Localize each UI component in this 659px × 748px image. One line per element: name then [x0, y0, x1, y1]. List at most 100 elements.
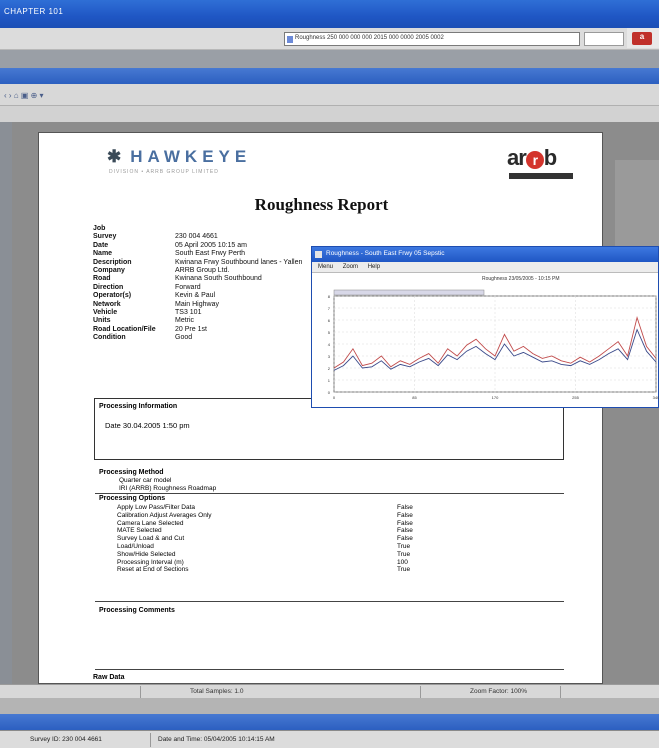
roughness-chart-window[interactable]: Roughness - South East Frwy 05 Sepstic M… — [311, 246, 659, 408]
option-label: Camera Lane Selected — [117, 519, 184, 527]
option-label: Load/Unload — [117, 542, 154, 550]
x-tick-label: 170 — [492, 395, 499, 400]
option-label: Survey Load & and Cut — [117, 535, 185, 543]
list-item: IRI (ARRB) Roughness Roadmap — [119, 485, 217, 492]
chart-window-titlebar[interactable]: Roughness - South East Frwy 05 Sepstic — [312, 247, 658, 262]
field-row: Condition Good — [93, 334, 315, 342]
field-label: Road — [93, 275, 111, 283]
processing-method-heading: Processing Method — [99, 469, 164, 476]
option-value: False — [397, 504, 413, 511]
field-label: Operator(s) — [93, 292, 132, 300]
hawkeye-logo: ✱ HAWKEYE — [107, 147, 252, 166]
search-input[interactable] — [584, 32, 624, 46]
field-row: Name South East Frwy Perth — [93, 250, 315, 258]
option-row: Calibration Adjust Averages Only False — [117, 512, 413, 520]
field-label: Description — [93, 258, 132, 266]
inner-title-bar — [0, 68, 659, 84]
y-tick-label: 2 — [328, 366, 331, 371]
menu-item[interactable]: Menu — [318, 264, 333, 270]
total-samples: Total Samples: 1.0 — [190, 688, 244, 695]
list-item: Quarter car model — [119, 477, 172, 484]
option-row: Apply Low Pass/Filter Data False — [117, 504, 413, 512]
option-value: False — [397, 519, 413, 527]
x-tick-label: 85 — [412, 395, 417, 400]
side-panel — [615, 160, 659, 250]
field-label: Job — [93, 225, 106, 232]
field-value: Metric — [175, 317, 195, 325]
field-value: Good — [175, 334, 193, 342]
arrb-logo: ar r b — [507, 145, 557, 170]
raw-data-heading: Raw Data — [93, 674, 125, 681]
option-value: False — [397, 511, 413, 519]
y-tick-label: 6 — [328, 318, 331, 323]
option-value: False — [397, 535, 413, 543]
toolbar — [0, 84, 659, 106]
logo-subtitle: DIVISION • ARRB GROUP LIMITED — [109, 169, 219, 175]
menu-strip — [0, 50, 659, 68]
field-value: Kwinana Frwy Southbound lanes - Yallen — [175, 258, 303, 266]
field-value: Forward — [175, 283, 201, 291]
menu-item[interactable]: Zoom — [343, 264, 358, 270]
chart-menu: Menu Zoom Help — [312, 262, 658, 273]
processing-date: Date 30.04.2005 1:50 pm — [105, 421, 190, 430]
field-row: Road Location/File 20 Pre 1st — [93, 326, 315, 334]
option-label: Calibration Adjust Averages Only — [117, 511, 212, 519]
navigation-buttons[interactable]: ‹ › ⌂ ▣ ⊕ ▾ — [4, 91, 44, 100]
bottom-strip — [0, 698, 659, 714]
processing-options-list: Apply Low Pass/Filter Data False Calibrati… — [117, 504, 413, 574]
option-label: Show/Hide Selected — [117, 550, 176, 558]
window-title: CHAPTER 101 — [4, 7, 64, 16]
y-tick-label: 1 — [328, 378, 331, 383]
x-tick-label: 0 — [333, 395, 336, 400]
arrb-logo-bar — [509, 173, 573, 179]
report-title: Roughness Report — [254, 195, 389, 214]
field-row: Company ARRB Group Ltd. — [93, 267, 315, 275]
document-icon — [287, 36, 293, 43]
option-value: True — [397, 550, 411, 558]
field-label: Vehicle — [93, 309, 118, 317]
option-row: Processing Interval (m) 100 — [117, 559, 413, 567]
processing-method-list: Quarter car model IRI (ARRB) Roughness R… — [119, 477, 216, 493]
field-value — [175, 225, 315, 233]
field-row: Network Main Highway — [93, 301, 315, 309]
menu-item[interactable]: Help — [368, 264, 380, 270]
x-tick-label: 255 — [572, 395, 579, 400]
field-value: 20 Pre 1st — [175, 325, 207, 333]
field-value: 230 004 4661 — [175, 233, 218, 241]
field-value: Kwinana South Southbound — [175, 275, 262, 283]
field-row: Direction Forward — [93, 284, 315, 292]
field-value: Main Highway — [175, 300, 219, 308]
hawkeye-mark-icon: ✱ — [107, 147, 127, 166]
field-row: Survey 230 004 4661 — [93, 233, 315, 241]
option-row: MATE Selected False — [117, 527, 413, 535]
y-tick-label: 8 — [328, 294, 331, 299]
y-tick-label: 0 — [328, 390, 331, 395]
field-row: Description Kwinana Frwy Southbound lanes… — [93, 259, 315, 267]
option-value: True — [397, 542, 411, 550]
address-input[interactable]: Roughness 250 000 000 000 2015 000 0000 … — [284, 32, 580, 46]
survey-id: Survey ID: 230 004 4661 — [30, 736, 102, 743]
option-value: False — [397, 527, 413, 535]
y-tick-label: 5 — [328, 330, 331, 335]
field-value: Kevin & Paul — [175, 292, 216, 300]
y-tick-label: 7 — [328, 306, 331, 311]
x-tick-label: 340 — [653, 395, 659, 400]
option-value: 100 — [397, 558, 408, 566]
app-icon — [315, 251, 322, 258]
field-value: 05 April 2005 10:15 am — [175, 241, 247, 249]
field-label: Company — [93, 267, 125, 275]
ruler-strip — [0, 106, 659, 122]
window-title-bar: CHAPTER 101 — [0, 0, 659, 28]
field-label: Date — [93, 241, 109, 249]
option-row: Camera Lane Selected False — [117, 520, 413, 528]
field-label: Direction — [93, 283, 124, 291]
field-label: Survey — [93, 233, 117, 241]
option-value: True — [397, 566, 411, 574]
field-row: Units Metric — [93, 317, 315, 325]
option-label: Apply Low Pass/Filter Data — [117, 504, 196, 511]
y-tick-label: 3 — [328, 354, 331, 359]
field-label: Name — [93, 250, 113, 258]
processing-comments-heading: Processing Comments — [99, 607, 175, 614]
bottom-title-strip — [0, 714, 659, 730]
option-row: Load/Unload True — [117, 543, 413, 551]
